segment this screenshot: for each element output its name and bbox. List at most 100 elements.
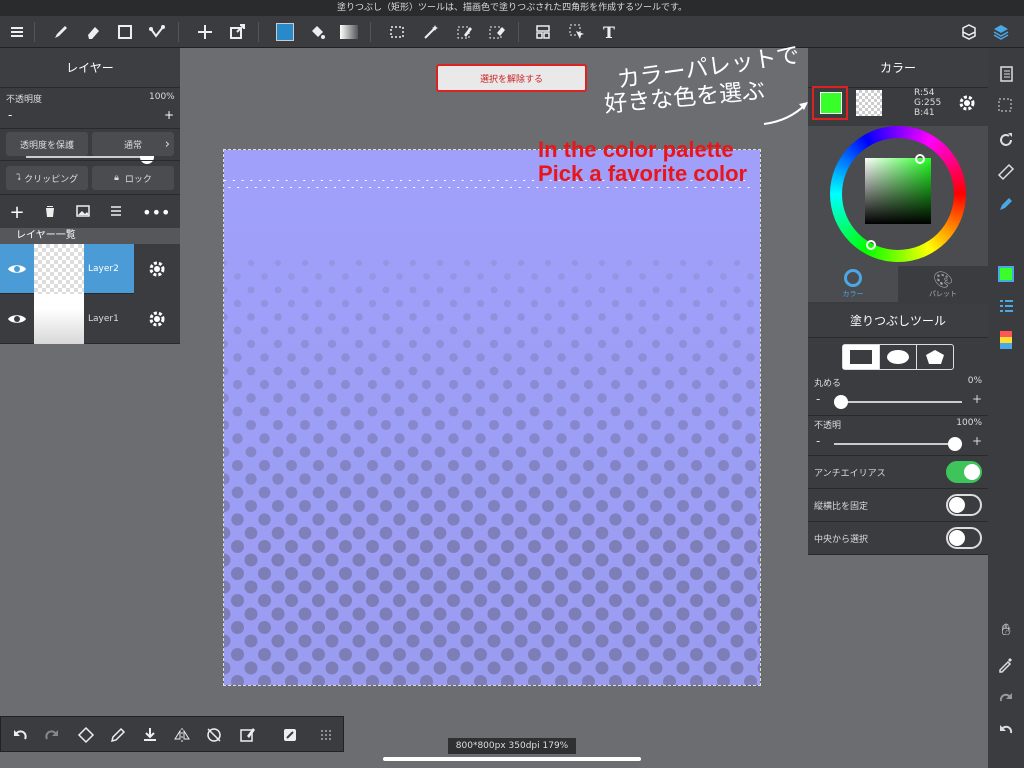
polka-dot bbox=[733, 313, 741, 321]
eyedropper-icon[interactable] bbox=[994, 652, 1018, 676]
slider-knob[interactable] bbox=[834, 395, 848, 409]
select-arrow-icon[interactable] bbox=[564, 16, 590, 48]
color-settings-gear-icon[interactable] bbox=[958, 94, 976, 116]
layer-name: Layer1 bbox=[88, 313, 119, 324]
opacity-plus-button[interactable]: + bbox=[972, 434, 982, 448]
rotate-icon[interactable] bbox=[994, 128, 1018, 152]
flip-icon[interactable] bbox=[169, 719, 195, 751]
antialias-toggle[interactable] bbox=[946, 461, 982, 483]
import-icon[interactable] bbox=[137, 719, 163, 751]
selection-marching-ants bbox=[281, 187, 284, 188]
opacity-minus-button[interactable]: - bbox=[8, 108, 12, 122]
ruler-icon[interactable] bbox=[994, 160, 1018, 184]
move-icon[interactable] bbox=[192, 16, 218, 48]
pen-fill-icon[interactable] bbox=[994, 192, 1018, 216]
gradient-icon[interactable] bbox=[336, 16, 362, 48]
color-swatch[interactable] bbox=[272, 16, 298, 48]
transform-icon[interactable] bbox=[224, 16, 250, 48]
edit-canvas-icon[interactable] bbox=[235, 719, 261, 751]
pages-icon[interactable] bbox=[994, 62, 1018, 86]
polka-dot bbox=[272, 419, 284, 431]
magic-wand-icon[interactable] bbox=[418, 16, 444, 48]
clipping-button[interactable]: ⮧ クリッピング bbox=[6, 166, 88, 190]
deselect-button[interactable]: 選択を解除する bbox=[436, 64, 587, 92]
connect-icon[interactable] bbox=[144, 16, 170, 48]
protect-alpha-button[interactable]: 透明度を保護 bbox=[6, 132, 88, 156]
select-eraser-icon[interactable] bbox=[484, 16, 510, 48]
ellipse-shape-option[interactable] bbox=[879, 345, 916, 369]
aspect-toggle[interactable] bbox=[946, 494, 982, 516]
layer-row-layer2[interactable]: Layer2 bbox=[0, 243, 180, 294]
redo-icon[interactable] bbox=[39, 719, 65, 751]
grid-dots-icon[interactable] bbox=[313, 719, 339, 751]
polka-dot bbox=[677, 473, 689, 485]
fill-bucket-icon[interactable] bbox=[304, 16, 330, 48]
layer-row-layer1[interactable]: Layer1 bbox=[0, 293, 180, 344]
rect-shape-icon[interactable] bbox=[112, 16, 138, 48]
drawing-canvas[interactable] bbox=[223, 149, 761, 686]
main-color-swatch[interactable] bbox=[812, 86, 848, 120]
menu-icon[interactable] bbox=[4, 16, 30, 48]
selection-marching-ants bbox=[580, 187, 583, 188]
tool-hint-bar: 塗りつぶし（矩形）ツールは、描画色で塗りつぶされた四角形を作成するツールです。 bbox=[0, 0, 1024, 16]
layers-icon[interactable] bbox=[988, 16, 1014, 48]
opacity-label: 不透明度 bbox=[6, 95, 43, 105]
select-pen-icon[interactable] bbox=[452, 16, 478, 48]
image-layer-icon[interactable] bbox=[76, 203, 91, 222]
select-rect-icon[interactable] bbox=[384, 16, 410, 48]
share-icon[interactable] bbox=[277, 719, 303, 751]
selection-marching-ants bbox=[642, 187, 644, 188]
layer-settings-gear-icon[interactable] bbox=[134, 294, 180, 344]
fill-opacity-slider[interactable] bbox=[834, 437, 962, 451]
rectangle-shape-option[interactable] bbox=[843, 345, 879, 369]
hue-picker-handle[interactable] bbox=[866, 240, 876, 250]
polka-dot bbox=[408, 393, 418, 403]
layer-opacity-slider[interactable] bbox=[26, 150, 154, 164]
eraser-icon[interactable] bbox=[80, 16, 106, 48]
more-icon[interactable]: ••• bbox=[142, 203, 170, 222]
brush-icon[interactable] bbox=[48, 16, 74, 48]
eye-icon[interactable] bbox=[0, 262, 34, 276]
add-layer-icon[interactable]: + bbox=[9, 202, 24, 223]
round-slider[interactable] bbox=[834, 395, 962, 409]
polygon-shape-option[interactable] bbox=[916, 345, 953, 369]
sv-picker-handle[interactable] bbox=[915, 154, 925, 164]
blend-mode-button[interactable]: 通常 › bbox=[92, 132, 174, 156]
tab-palette[interactable]: 🎨︎ パレット bbox=[898, 266, 988, 302]
undo-icon[interactable] bbox=[7, 719, 33, 751]
delete-layer-icon[interactable] bbox=[43, 203, 57, 222]
round-minus-button[interactable]: - bbox=[816, 392, 820, 406]
polka-dot bbox=[730, 607, 744, 621]
rotate-off-icon[interactable] bbox=[201, 719, 227, 751]
layer-list-icon[interactable] bbox=[109, 203, 123, 222]
selection-icon[interactable] bbox=[994, 94, 1018, 118]
saturation-square[interactable] bbox=[865, 158, 931, 224]
brush-list-icon[interactable] bbox=[994, 294, 1018, 318]
layout-icon[interactable] bbox=[530, 16, 556, 48]
polka-dot bbox=[595, 553, 609, 567]
hand-icon[interactable]: ✋︎ bbox=[994, 618, 1018, 642]
polka-dot bbox=[703, 580, 717, 594]
materials-icon[interactable] bbox=[956, 16, 982, 48]
undo-icon[interactable] bbox=[994, 718, 1018, 742]
lock-button[interactable]: 🔒︎ ロック bbox=[92, 166, 174, 190]
slider-knob[interactable] bbox=[948, 437, 962, 451]
color-wheel-area[interactable] bbox=[808, 126, 988, 266]
text-icon[interactable]: T bbox=[596, 16, 622, 48]
polka-dot bbox=[449, 299, 458, 308]
material-palette-icon[interactable] bbox=[994, 328, 1018, 352]
polka-dot bbox=[663, 459, 676, 472]
opacity-plus-button[interactable]: + bbox=[164, 108, 174, 122]
layer-settings-gear-icon[interactable] bbox=[134, 243, 180, 294]
tab-color[interactable]: カラー bbox=[808, 266, 898, 302]
center-toggle[interactable] bbox=[946, 527, 982, 549]
transparent-color-swatch[interactable] bbox=[856, 90, 882, 116]
opacity-minus-button[interactable]: - bbox=[816, 434, 820, 448]
pen-icon[interactable] bbox=[105, 719, 131, 751]
eye-icon[interactable] bbox=[0, 312, 34, 326]
redo-icon[interactable] bbox=[994, 686, 1018, 710]
round-plus-button[interactable]: + bbox=[972, 392, 982, 406]
polka-dot bbox=[285, 540, 298, 553]
transform-rotate-icon[interactable] bbox=[73, 719, 99, 751]
color-toggle-icon[interactable] bbox=[994, 262, 1018, 286]
